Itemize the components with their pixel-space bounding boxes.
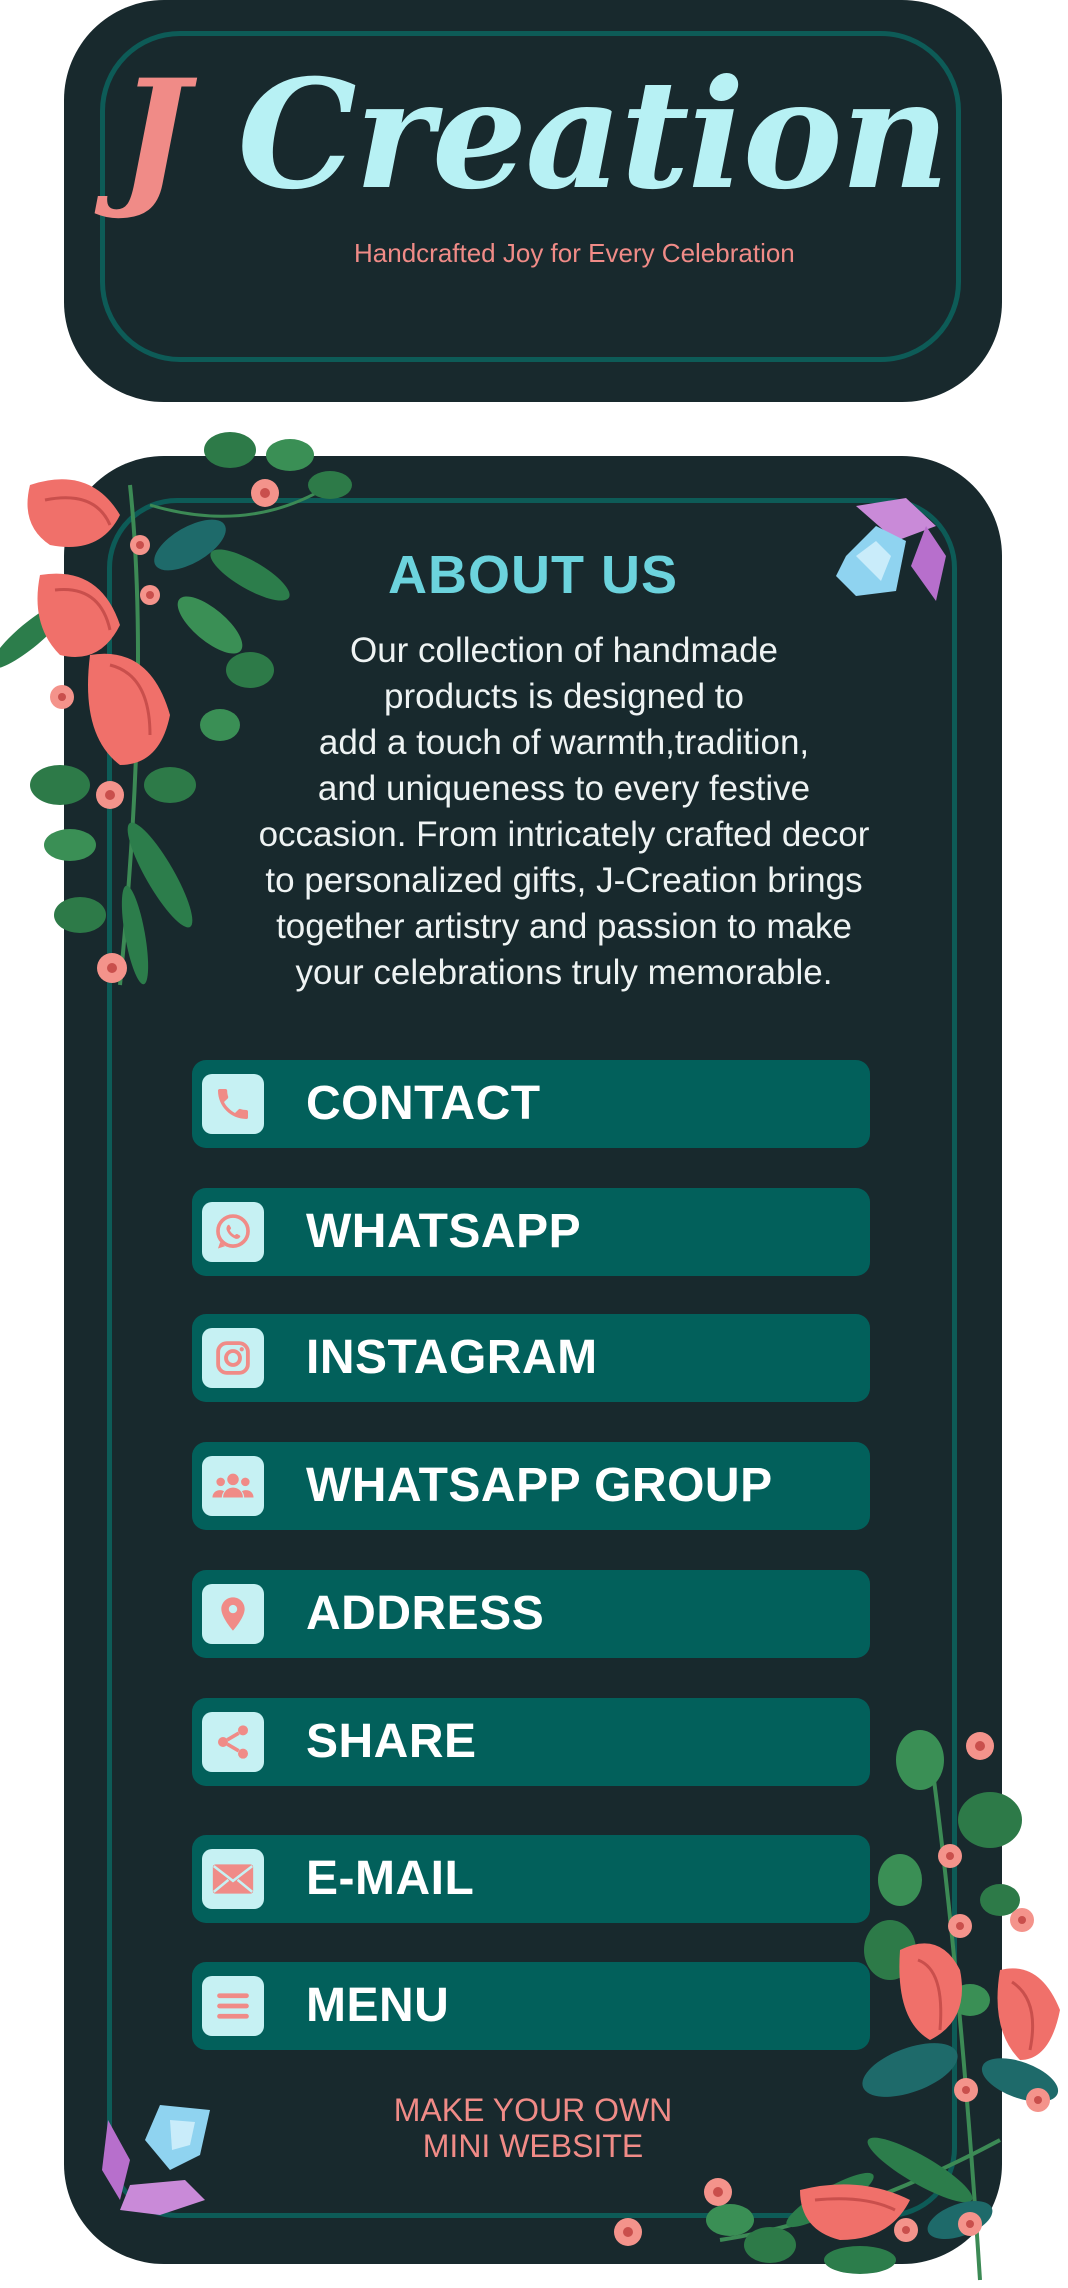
flower-decoration-top-left — [0, 432, 352, 986]
address-button[interactable]: ADDRESS — [192, 1570, 870, 1658]
share-label: SHARE — [306, 1715, 477, 1768]
share-icon — [202, 1712, 264, 1772]
tagline: Handcrafted Joy for Every Celebration — [354, 238, 795, 268]
group-icon — [202, 1456, 264, 1516]
email-label: E-MAIL — [306, 1852, 475, 1905]
instagram-label: INSTAGRAM — [306, 1331, 598, 1384]
whatsapp-icon — [202, 1202, 264, 1262]
whatsapp-group-button[interactable]: WHATSAPP GROUP — [192, 1442, 870, 1530]
whatsapp-group-label: WHATSAPP GROUP — [306, 1459, 773, 1512]
logo-initial: J — [118, 47, 189, 223]
instagram-icon — [202, 1328, 264, 1388]
instagram-button[interactable]: INSTAGRAM — [192, 1314, 870, 1402]
gem-decoration-bottom-left — [102, 2105, 210, 2215]
whatsapp-label: WHATSAPP — [306, 1205, 582, 1258]
location-pin-icon — [202, 1584, 264, 1644]
contact-label: CONTACT — [306, 1077, 541, 1130]
gem-decoration-top-right — [836, 498, 946, 601]
menu-icon — [202, 1976, 264, 2036]
header-card: J Creation Handcrafted Joy for Every Cel… — [64, 0, 1002, 402]
menu-label: MENU — [306, 1979, 450, 2032]
flower-decoration-bottom-right — [614, 1730, 1060, 2281]
address-label: ADDRESS — [306, 1587, 545, 1640]
contact-button[interactable]: CONTACT — [192, 1060, 870, 1148]
phone-icon — [202, 1074, 264, 1134]
mail-icon — [202, 1849, 264, 1909]
logo-text: Creation — [237, 47, 949, 223]
whatsapp-button[interactable]: WHATSAPP — [192, 1188, 870, 1276]
logo: J Creation — [64, 60, 1002, 210]
